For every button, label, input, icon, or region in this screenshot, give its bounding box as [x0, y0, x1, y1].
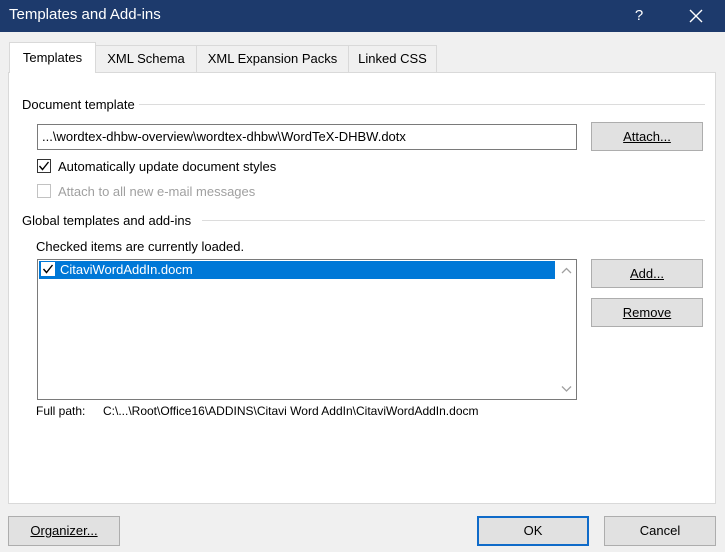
scroll-up-button[interactable]: [558, 262, 575, 279]
global-templates-group-label: Global templates and add-ins: [22, 213, 196, 228]
organizer-button[interactable]: Organizer...: [8, 516, 120, 546]
attach-email-checkbox: [37, 184, 51, 198]
list-item[interactable]: CitaviWordAddIn.docm: [39, 261, 555, 279]
attach-button[interactable]: Attach...: [591, 122, 703, 151]
document-template-group-label: Document template: [22, 97, 139, 112]
attach-button-label: Attach...: [623, 129, 671, 144]
tab-xml-expansion-packs[interactable]: XML Expansion Packs: [196, 45, 349, 72]
group-divider: [202, 220, 705, 221]
tab-templates[interactable]: Templates: [9, 42, 96, 73]
close-icon: [689, 9, 703, 23]
organizer-button-label: Organizer...: [30, 523, 98, 538]
full-path-value: C:\...\Root\Office16\ADDINS\Citavi Word …: [103, 404, 479, 418]
addin-checkbox[interactable]: [41, 262, 55, 276]
add-button[interactable]: Add...: [591, 259, 703, 288]
ok-button[interactable]: OK: [477, 516, 589, 546]
remove-button-label: Remove: [622, 305, 672, 320]
templates-tab-panel: Document template ...\wordtex-dhbw-overv…: [8, 72, 716, 504]
global-templates-list[interactable]: CitaviWordAddIn.docm: [37, 259, 577, 400]
close-button[interactable]: [678, 0, 714, 32]
add-button-label: Add...: [630, 266, 664, 281]
chevron-down-icon: [561, 386, 572, 392]
remove-button[interactable]: Remove: [591, 298, 703, 327]
document-template-path-input[interactable]: ...\wordtex-dhbw-overview\wordtex-dhbw\W…: [37, 124, 577, 150]
chevron-up-icon: [561, 267, 572, 274]
auto-update-styles-checkbox[interactable]: [37, 159, 51, 173]
tab-linked-css[interactable]: Linked CSS: [348, 45, 437, 72]
group-divider: [137, 104, 705, 105]
attach-email-label: Attach to all new e-mail messages: [58, 184, 256, 199]
auto-update-styles-label: Automatically update document styles: [58, 159, 277, 174]
full-path-label: Full path:: [36, 404, 86, 418]
title-bar: Templates and Add-ins ?: [0, 0, 725, 32]
checkmark-icon: [38, 161, 50, 171]
scroll-down-button[interactable]: [558, 380, 575, 397]
checkmark-icon: [42, 264, 54, 274]
cancel-button[interactable]: Cancel: [604, 516, 716, 546]
window-title: Templates and Add-ins: [9, 6, 161, 23]
addin-name: CitaviWordAddIn.docm: [60, 262, 193, 277]
loaded-items-hint: Checked items are currently loaded.: [36, 239, 245, 254]
tab-xml-schema[interactable]: XML Schema: [95, 45, 197, 72]
help-button[interactable]: ?: [624, 0, 654, 32]
